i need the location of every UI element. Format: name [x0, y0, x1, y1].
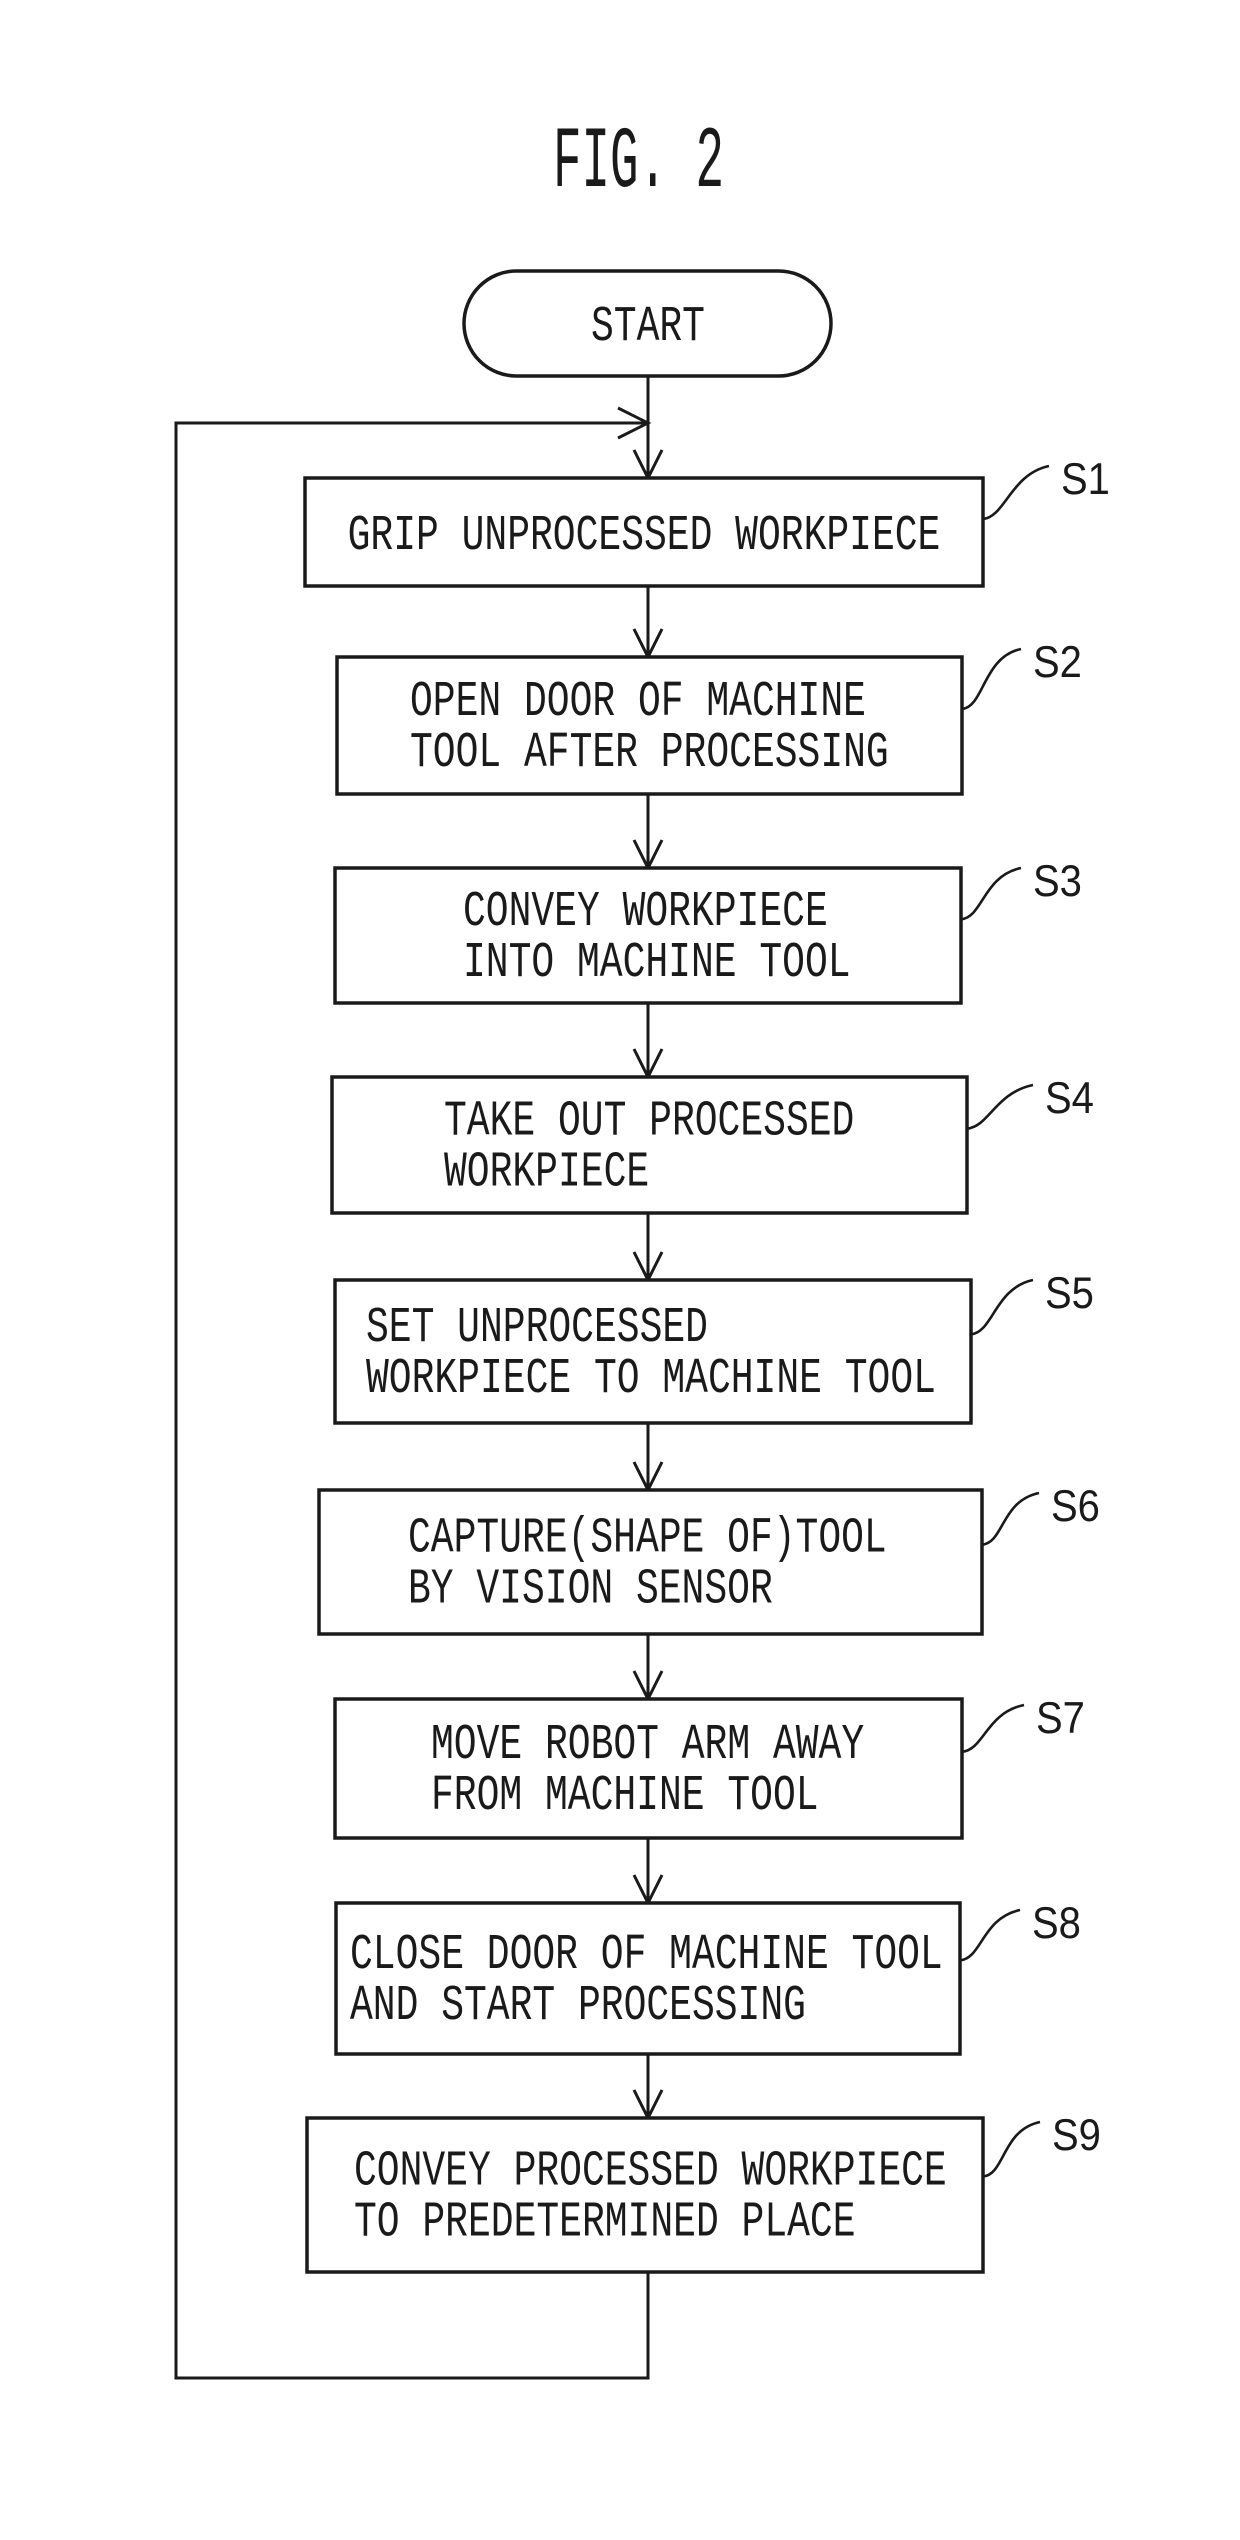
leader-line: [961, 1703, 1025, 1754]
step-text-line: CLOSE DOOR OF MACHINE TOOL: [350, 1927, 943, 1983]
step-text-line: TAKE OUT PROCESSED: [444, 1094, 854, 1150]
step-text-line: CAPTURE(SHAPE OF)TOOL: [408, 1511, 887, 1567]
leader-line: [982, 2120, 1041, 2178]
step-label: S2: [1033, 637, 1082, 687]
step-text-line: CONVEY WORKPIECE: [463, 884, 828, 940]
step-text-line: FROM MACHINE TOOL: [431, 1768, 819, 1824]
step-label: S9: [1052, 2110, 1101, 2160]
step-text-line: TOOL AFTER PROCESSING: [410, 725, 889, 781]
step-text-line: AND START PROCESSING: [350, 1978, 806, 2034]
leader-line: [982, 464, 1050, 521]
step-text-line: WORKPIECE TO MACHINE TOOL: [366, 1351, 936, 1407]
leader-line: [981, 1491, 1040, 1547]
process-step-s6: CAPTURE(SHAPE OF)TOOLBY VISION SENSOR S6: [317, 1481, 1100, 1636]
step-label: S7: [1036, 1693, 1085, 1743]
process-step-s4: TAKE OUT PROCESSEDWORKPIECE S4: [330, 1073, 1094, 1215]
leader-line: [960, 866, 1022, 921]
leader-line: [970, 1278, 1034, 1336]
step-text-line: OPEN DOOR OF MACHINE: [410, 674, 866, 730]
step-label: S6: [1051, 1481, 1100, 1531]
process-step-s2: OPEN DOOR OF MACHINETOOL AFTER PROCESSIN…: [335, 637, 1082, 796]
step-text-line: WORKPIECE: [444, 1145, 649, 1201]
step-label: S8: [1032, 1898, 1081, 1948]
start-terminal: START: [462, 269, 833, 378]
flowchart: FIG. 2 START GRIP UNPROCESSED WORKPIECE S…: [174, 115, 1110, 2380]
process-step-s7: MOVE ROBOT ARM AWAYFROM MACHINE TOOL S7: [333, 1693, 1085, 1840]
step-label: S3: [1033, 856, 1082, 906]
step-label: S4: [1045, 1073, 1094, 1123]
step-label: S5: [1045, 1268, 1094, 1318]
process-step-s3: CONVEY WORKPIECEINTO MACHINE TOOL S3: [333, 856, 1082, 1005]
figure-title: FIG. 2: [553, 115, 724, 213]
leader-line: [966, 1083, 1034, 1130]
step-text-line: BY VISION SENSOR: [408, 1562, 773, 1618]
process-step-s5: SET UNPROCESSEDWORKPIECE TO MACHINE TOOL…: [333, 1268, 1094, 1425]
process-step-s8: CLOSE DOOR OF MACHINE TOOLAND START PROC…: [334, 1898, 1081, 2056]
start-label: START: [591, 299, 705, 355]
step-text-line: GRIP UNPROCESSED WORKPIECE: [348, 508, 941, 564]
leader-line: [961, 647, 1022, 711]
process-steps: GRIP UNPROCESSED WORKPIECE S1 OPEN DOOR OF…: [303, 454, 1110, 2274]
step-text-line: TO PREDETERMINED PLACE: [354, 2195, 856, 2251]
leader-line: [959, 1908, 1021, 1962]
process-step-s1: GRIP UNPROCESSED WORKPIECE S1: [303, 454, 1110, 588]
step-label: S1: [1061, 454, 1110, 504]
step-text-line: INTO MACHINE TOOL: [463, 935, 851, 991]
step-text-line: MOVE ROBOT ARM AWAY: [431, 1717, 864, 1773]
step-text-line: SET UNPROCESSED: [366, 1300, 708, 1356]
process-step-s9: CONVEY PROCESSED WORKPIECETO PREDETERMIN…: [305, 2110, 1101, 2274]
step-text-line: CONVEY PROCESSED WORKPIECE: [354, 2144, 947, 2200]
